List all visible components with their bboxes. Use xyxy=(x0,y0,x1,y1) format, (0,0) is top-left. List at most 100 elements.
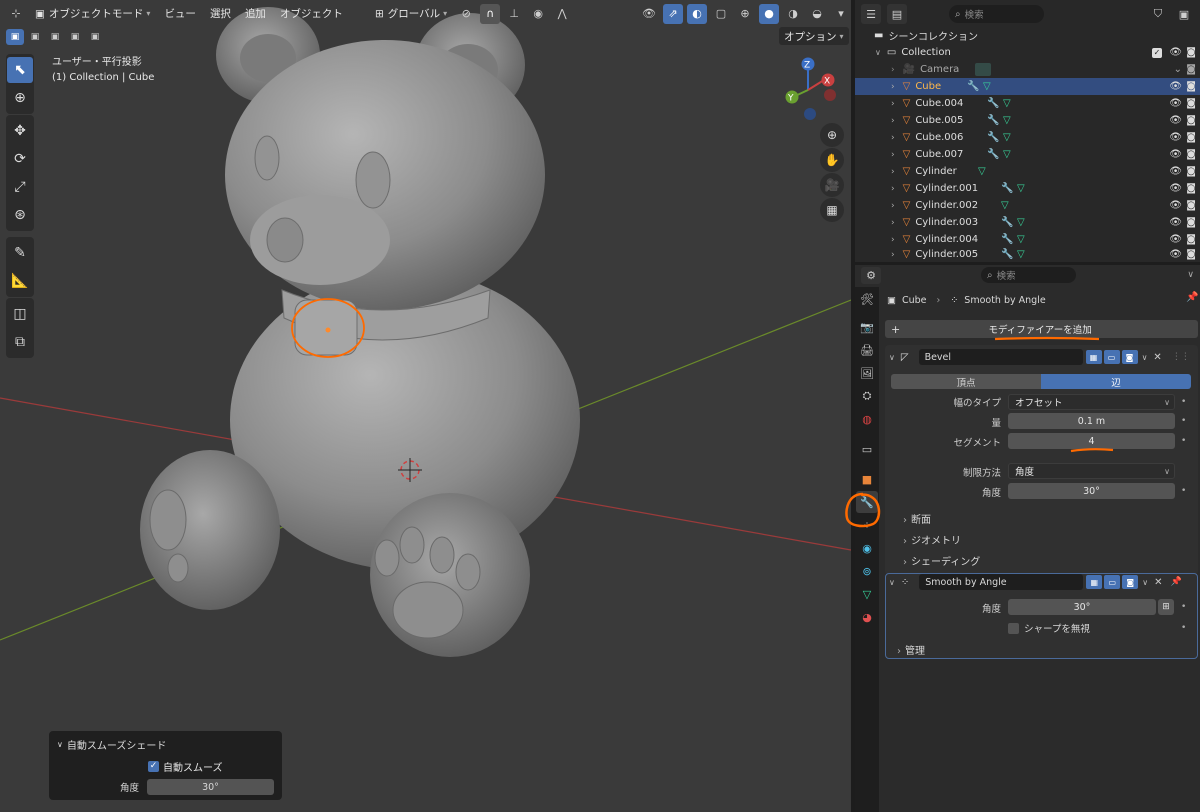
amount-field[interactable]: 0.1 m xyxy=(1008,413,1175,429)
measure-tool-icon[interactable]: 📐 xyxy=(7,268,33,294)
outliner-item-cylinder-005[interactable]: › ▽ Cylinder.005 🔧 ▽ 👁 ◙ xyxy=(855,246,1200,263)
pin-icon[interactable]: 📌 xyxy=(1171,577,1182,587)
camera-render-icon[interactable]: ◙ xyxy=(1186,249,1196,260)
select-subtract-icon[interactable]: ▣ xyxy=(46,29,64,45)
physics-tab-icon[interactable]: ◉ xyxy=(856,537,878,559)
redo-angle-field[interactable]: 30° xyxy=(147,779,274,795)
camera-render-icon[interactable]: ◙ xyxy=(1186,98,1196,109)
eye-icon[interactable]: 👁 xyxy=(1169,249,1182,260)
section-manage[interactable]: › 管理 xyxy=(897,642,925,657)
eye-icon[interactable]: 👁 xyxy=(1169,183,1182,194)
camera-view-icon[interactable]: 🎥 xyxy=(820,173,844,197)
snap-icon[interactable]: ∩ xyxy=(480,3,501,24)
close-icon[interactable]: ✕ xyxy=(1154,577,1162,588)
camera-render-icon[interactable]: ◙ xyxy=(1186,200,1196,211)
view-layer-tab-icon[interactable]: 🖼 xyxy=(856,362,878,384)
move-tool-icon[interactable]: ✥ xyxy=(7,118,33,144)
properties-editor-type-icon[interactable]: ⚙ xyxy=(861,266,881,284)
bear-mesh[interactable] xyxy=(140,7,580,657)
options-button[interactable]: オプション ▾ xyxy=(779,27,849,45)
camera-render-icon[interactable]: ◙ xyxy=(1186,81,1196,92)
visibility-icon[interactable]: 👁 xyxy=(639,4,659,24)
chevron-down-icon[interactable]: ∨ xyxy=(1142,353,1148,362)
shading-material-icon[interactable]: ◑ xyxy=(783,4,803,24)
node-socket-toggle-icon[interactable]: ⊞ xyxy=(1158,599,1174,615)
drag-handle-icon[interactable]: ⋮⋮ xyxy=(1172,352,1190,362)
object-tab-icon[interactable]: ■ xyxy=(856,468,878,490)
camera-render-icon[interactable]: ◙ xyxy=(1186,183,1196,194)
camera-render-icon[interactable]: ◙ xyxy=(1186,217,1196,228)
annotate-tool-icon[interactable]: ✎ xyxy=(7,240,33,266)
edit-mode-toggle-icon[interactable]: ▦ xyxy=(1085,350,1102,364)
eye-icon[interactable]: 👁 xyxy=(1169,98,1182,109)
chevron-down-icon[interactable]: ∨ xyxy=(1187,270,1194,280)
menu-view[interactable]: ビュー xyxy=(159,4,201,24)
camera-render-icon[interactable]: ◙ xyxy=(1186,64,1196,75)
menu-add[interactable]: 追加 xyxy=(240,4,271,24)
section-profile[interactable]: › 断面 xyxy=(903,511,931,526)
select-invert-icon[interactable]: ▣ xyxy=(66,29,84,45)
transform-tool-icon[interactable]: ⊛ xyxy=(7,202,33,228)
eye-icon[interactable]: 👁 xyxy=(1169,234,1182,245)
bevel-angle-field[interactable]: 30° xyxy=(1008,483,1175,499)
3d-viewport[interactable]: Z X Y ⊹ ▣ オブジェクトモード ▾ ビュー 選択 追加 オブジェクト ⊞… xyxy=(0,0,851,812)
collection-checkbox[interactable]: ✓ xyxy=(1152,47,1162,58)
shading-rendered-icon[interactable]: ◒ xyxy=(807,4,827,24)
collection-tab-icon[interactable]: ▭ xyxy=(856,438,878,460)
editor-type-icon[interactable]: ⊹ xyxy=(6,4,26,24)
mode-select[interactable]: ▣ オブジェクトモード ▾ xyxy=(30,4,155,24)
new-collection-icon[interactable]: ▣ xyxy=(1174,4,1194,24)
outliner-editor-type-icon[interactable]: ☰ xyxy=(861,4,881,24)
tab-vertex[interactable]: 頂点 xyxy=(891,374,1041,389)
falloff-icon[interactable]: ⋀ xyxy=(552,4,572,24)
outliner-item-cube[interactable]: › ▽ Cube 🔧 ▽ 👁 ◙ xyxy=(855,78,1200,95)
keyframe-dot-icon[interactable]: • xyxy=(1181,397,1186,407)
transform-orientation-select[interactable]: ⊞ グローバル ▾ xyxy=(370,4,452,24)
menu-object[interactable]: オブジェクト xyxy=(275,4,348,24)
display-mode-icon[interactable]: ▤ xyxy=(887,4,907,24)
shading-wireframe-icon[interactable]: ⊕ xyxy=(735,4,755,24)
eye-icon[interactable]: 👁 xyxy=(1169,149,1182,160)
scene-collection-row[interactable]: ▬ シーンコレクション xyxy=(855,27,1200,44)
outliner-item-cylinder-001[interactable]: › ▽ Cylinder.001 🔧 ▽ 👁 ◙ xyxy=(855,180,1200,197)
outliner-search-input[interactable]: ⌕ 検索 xyxy=(949,5,1044,23)
auto-smooth-checkbox[interactable]: ✓ xyxy=(148,760,159,772)
outliner-item-cylinder[interactable]: › ▽ Cylinder ▽ 👁 ◙ xyxy=(855,163,1200,180)
collection-row[interactable]: ∨ ▭ Collection ✓ 👁 ◙ xyxy=(855,44,1200,61)
keyframe-dot-icon[interactable]: • xyxy=(1181,416,1186,426)
cursor-tool-icon[interactable]: ⊕ xyxy=(7,85,33,111)
filter-icon[interactable]: ⛉ xyxy=(1148,4,1168,24)
output-tab-icon[interactable]: 🖨 xyxy=(856,339,878,361)
viewport-toggle-icon[interactable]: ▭ xyxy=(1104,575,1121,589)
world-tab-icon[interactable]: ◍ xyxy=(856,408,878,430)
snap-target-icon[interactable]: ⊥ xyxy=(504,4,524,24)
tab-edge[interactable]: 辺 xyxy=(1041,374,1191,389)
overlay-toggle-icon[interactable]: ◐ xyxy=(687,3,707,24)
camera-render-icon[interactable]: ◙ xyxy=(1186,115,1196,126)
tool-tab-icon[interactable]: 🛠 xyxy=(856,288,878,310)
render-tab-icon[interactable]: 📷 xyxy=(856,316,878,338)
ignore-sharp-checkbox[interactable] xyxy=(1008,622,1019,634)
viewport-canvas[interactable]: Z X Y xyxy=(0,0,851,812)
xray-icon[interactable]: ▢ xyxy=(711,4,731,24)
outliner-item-cube-004[interactable]: › ▽ Cube.004 🔧 ▽ 👁 ◙ xyxy=(855,95,1200,112)
ortho-toggle-grid-icon[interactable]: ▦ xyxy=(820,198,844,222)
chevron-down-icon[interactable]: ∨ xyxy=(1142,578,1148,587)
keyframe-dot-icon[interactable]: • xyxy=(1181,623,1186,633)
outliner-item-cylinder-003[interactable]: › ▽ Cylinder.003 🔧 ▽ 👁 ◙ xyxy=(855,214,1200,231)
extrude-tool-icon[interactable]: ⧉ xyxy=(7,329,33,355)
chevron-down-icon[interactable]: ∨ xyxy=(889,353,895,362)
pivot-point-icon[interactable]: ⊘ xyxy=(456,4,476,24)
width-type-dropdown[interactable]: オフセット ∨ xyxy=(1008,394,1175,410)
viewport-toggle-icon[interactable]: ▭ xyxy=(1103,350,1120,364)
scale-tool-icon[interactable]: ⤢ xyxy=(7,174,33,200)
camera-render-icon[interactable]: ◙ xyxy=(1186,166,1196,177)
select-intersect-icon[interactable]: ▣ xyxy=(86,29,104,45)
redo-panel-header[interactable]: ∨ 自動スムーズシェード xyxy=(57,735,274,753)
zoom-icon[interactable]: ⊕ xyxy=(820,123,844,147)
select-extend-icon[interactable]: ▣ xyxy=(26,29,44,45)
keyframe-dot-icon[interactable]: • xyxy=(1181,602,1186,612)
edit-mode-toggle-icon[interactable]: ▦ xyxy=(1086,575,1103,589)
pan-hand-icon[interactable]: ✋ xyxy=(820,148,844,172)
outliner-item-camera[interactable]: › 🎥 Camera ⌄ ◙ xyxy=(855,61,1200,78)
